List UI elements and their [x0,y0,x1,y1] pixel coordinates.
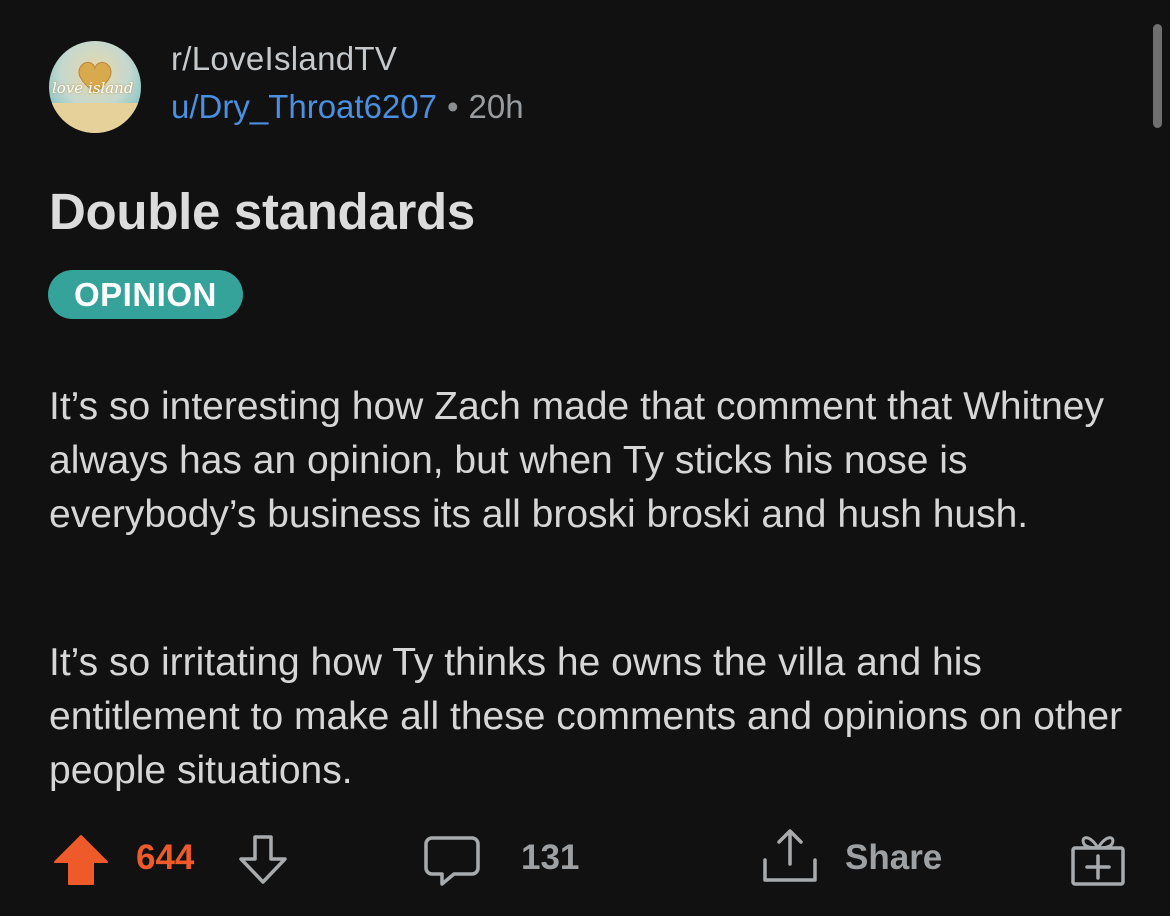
post-action-bar: 644 131 Share [0,820,1170,900]
avatar-logo-text: love island [52,79,134,97]
scrollbar[interactable] [1153,24,1162,128]
comment-bubble-icon[interactable] [424,832,480,888]
vote-count: 644 [136,838,195,877]
gift-award-icon[interactable] [1068,828,1128,888]
author-link[interactable]: u/Dry_Throat6207 [171,88,437,125]
post-age: 20h [468,88,524,125]
comment-count[interactable]: 131 [521,838,579,878]
post-body-paragraph: It’s so interesting how Zach made that c… [49,385,1104,536]
upvote-arrow-icon[interactable] [53,834,109,886]
share-upload-icon[interactable] [761,828,819,886]
post-meta: u/Dry_Throat6207 • 20h [171,88,524,126]
meta-separator: • [446,88,459,125]
flair-badge[interactable]: OPINION [48,270,243,319]
subreddit-avatar[interactable]: love island [49,41,141,133]
subreddit-name[interactable]: r/LoveIslandTV [171,40,397,78]
avatar-sand [49,103,141,133]
post-title[interactable]: Double standards [49,182,475,241]
share-button-label[interactable]: Share [845,838,942,878]
downvote-arrow-icon[interactable] [235,834,291,886]
post-body-paragraph: It’s so irritating how Ty thinks he owns… [49,641,1123,792]
